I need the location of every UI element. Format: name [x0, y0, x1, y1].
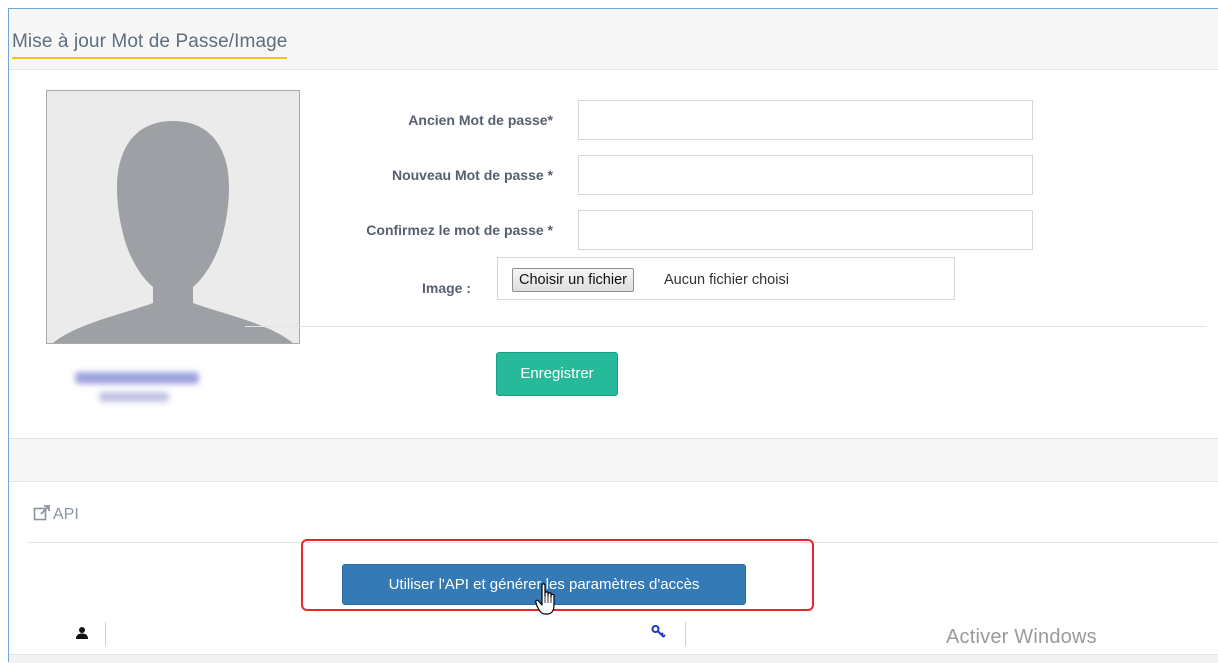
panel-header: Mise à jour Mot de Passe/Image [9, 9, 1218, 70]
api-title-text: API [53, 506, 79, 523]
username-blurred [75, 370, 199, 412]
choose-file-button[interactable]: Choisir un fichier [512, 268, 634, 292]
confirm-password-field[interactable] [578, 210, 1033, 250]
save-button[interactable]: Enregistrer [496, 352, 618, 396]
page-title: Mise à jour Mot de Passe/Image [12, 31, 288, 59]
confirm-password-label: Confirmez le mot de passe * [366, 222, 553, 238]
old-password-field[interactable] [578, 100, 1033, 140]
new-password-field[interactable] [578, 155, 1033, 195]
new-password-label: Nouveau Mot de passe * [391, 167, 553, 183]
image-label: Image : [421, 280, 471, 296]
column-separator [685, 622, 686, 646]
form-divider [245, 326, 1207, 327]
old-password-label: Ancien Mot de passe* [408, 112, 553, 128]
activate-windows-watermark: Activer Windows [946, 626, 1097, 648]
user-icon [75, 626, 89, 645]
user-silhouette-icon [47, 91, 299, 343]
image-file-input[interactable]: Choisir un fichier Aucun fichier choisi [497, 257, 955, 300]
profile-panel: Ancien Mot de passe* Nouveau Mot de pass… [9, 70, 1218, 439]
key-icon [651, 624, 667, 645]
bottom-bar [9, 654, 1218, 663]
column-separator [105, 622, 106, 646]
hand-cursor-icon [535, 583, 561, 622]
section-gap [9, 439, 1218, 482]
page-frame: Mise à jour Mot de Passe/Image Ancien Mo… [8, 8, 1218, 663]
external-link-icon [33, 504, 51, 527]
avatar [46, 90, 300, 344]
file-status-text: Aucun fichier choisi [664, 272, 789, 288]
api-section-title: API [33, 504, 79, 527]
